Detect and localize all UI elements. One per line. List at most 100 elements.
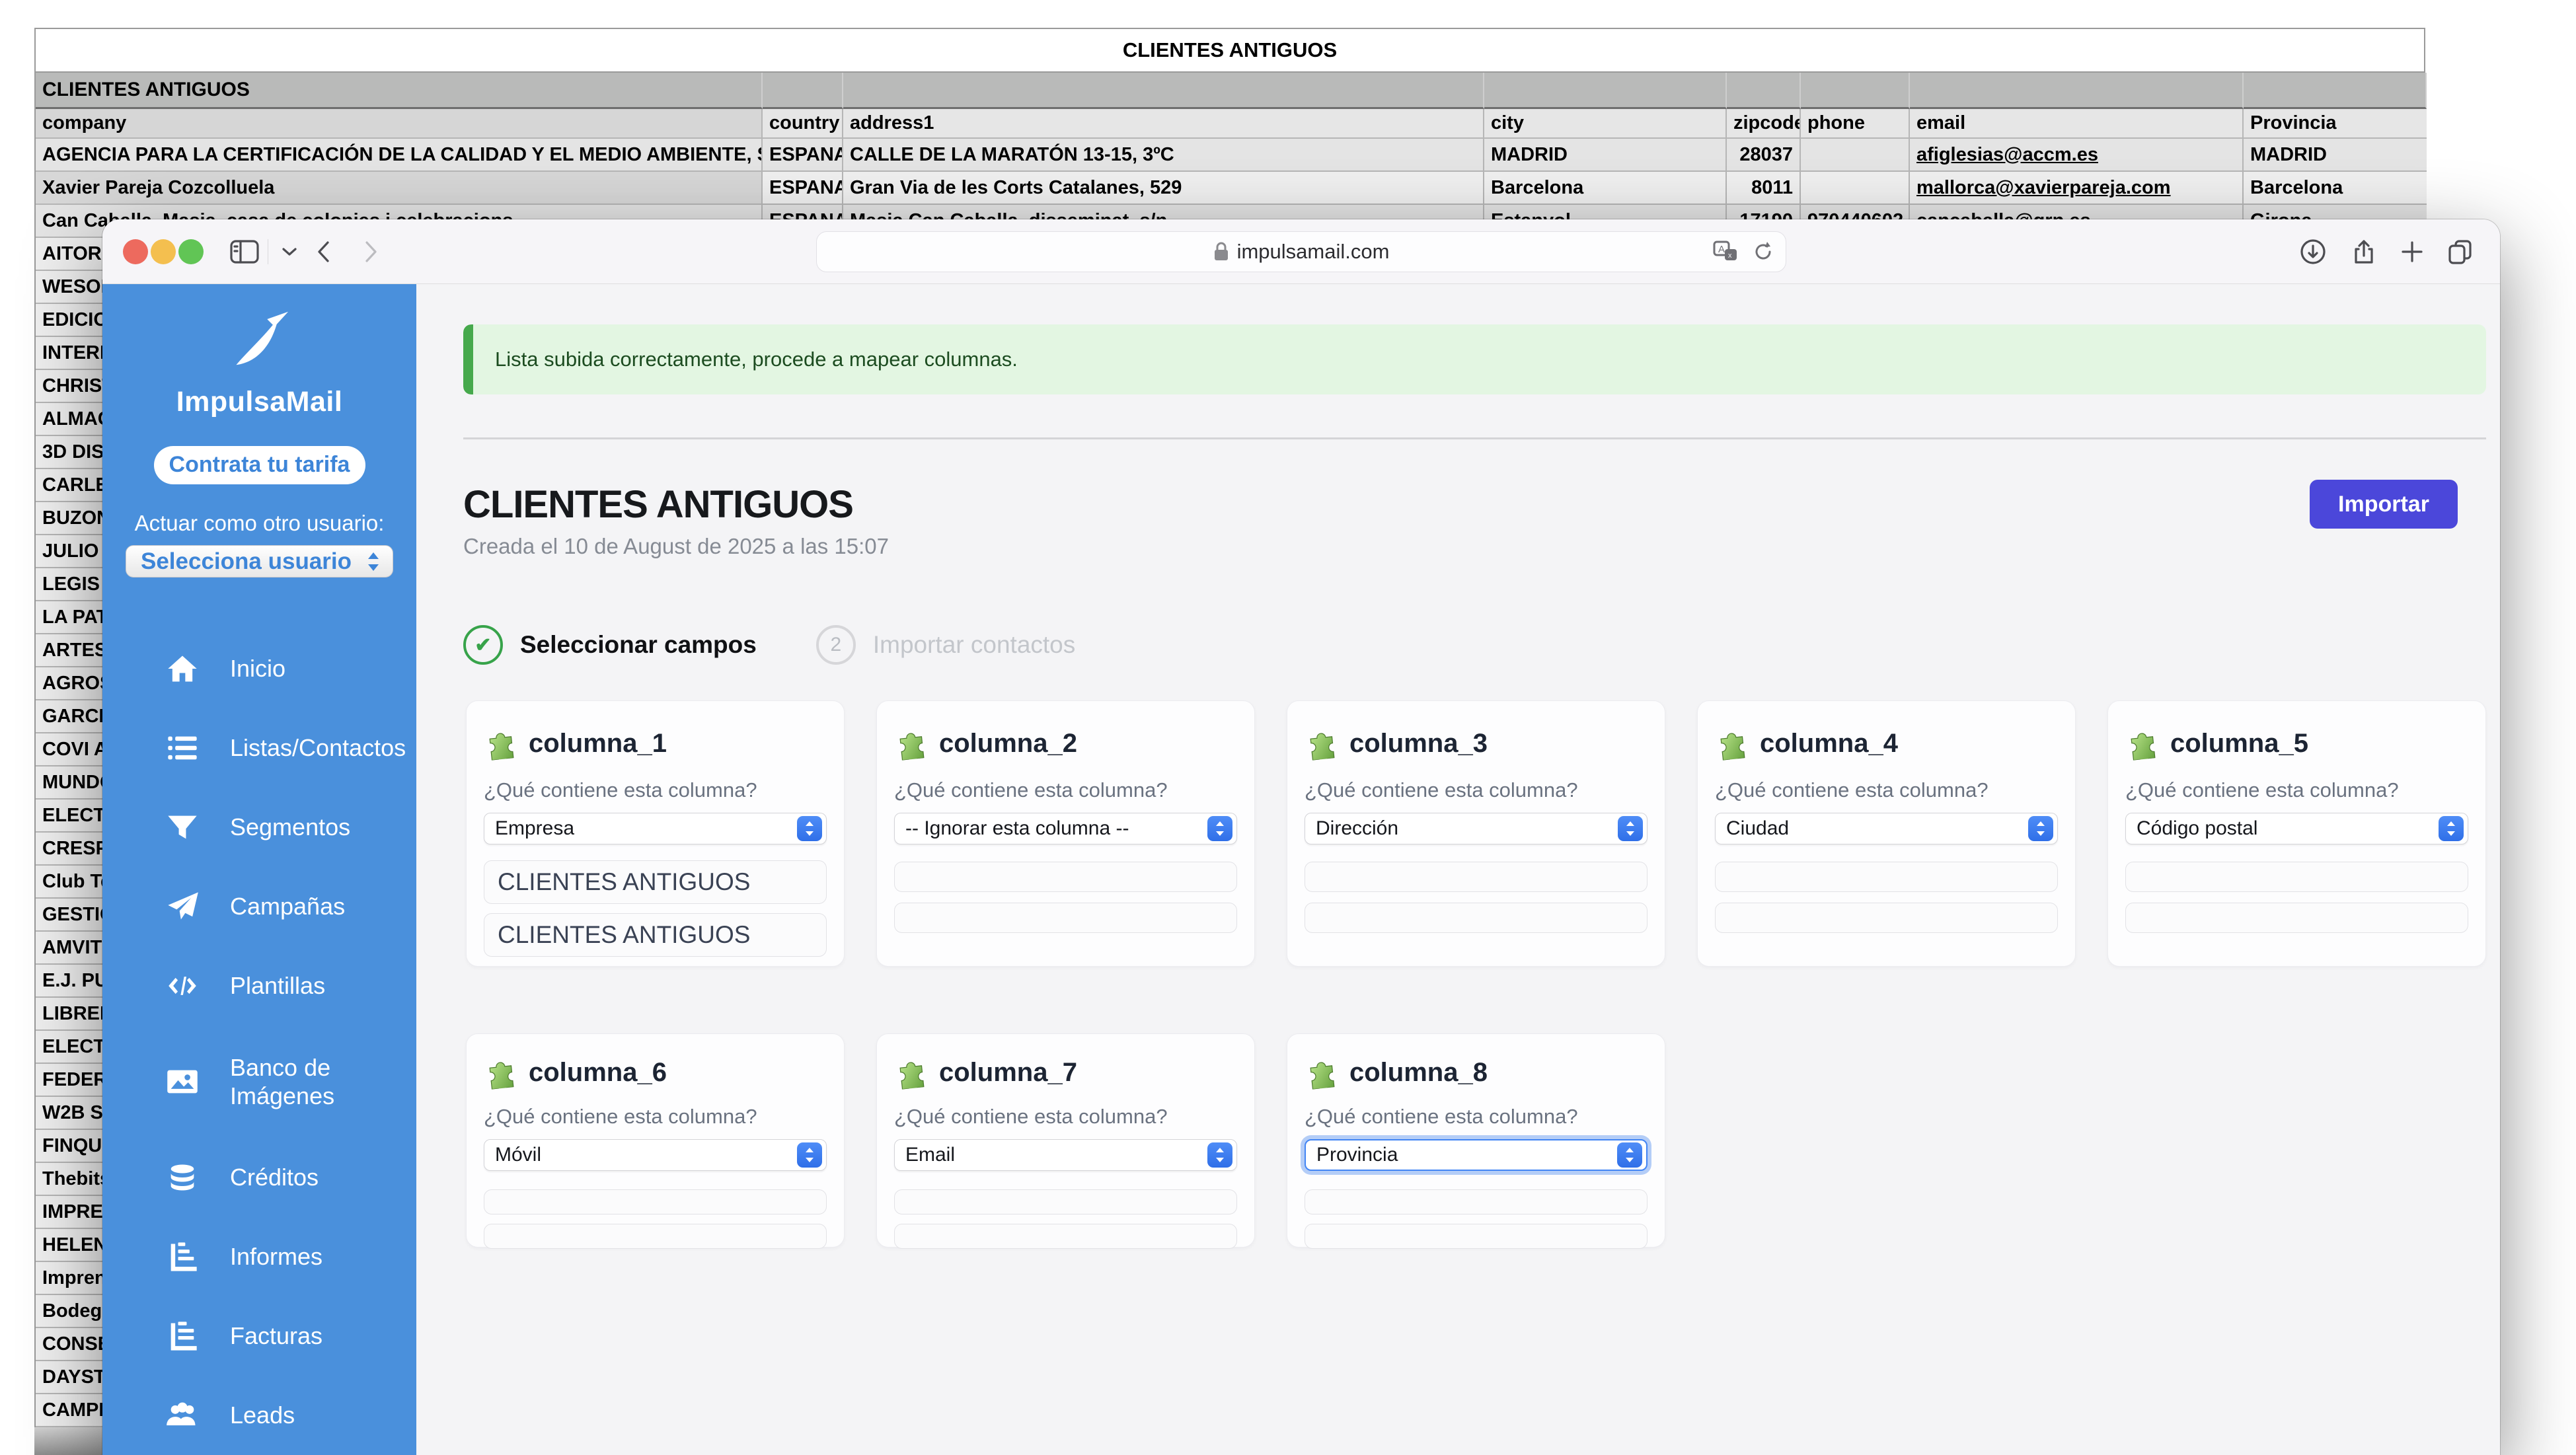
sheet-cell <box>1910 73 2244 109</box>
sidebar-item-label: Segmentos <box>230 813 350 841</box>
column-field-select[interactable]: Dirección <box>1305 813 1648 844</box>
select-value: -- Ignorar esta columna -- <box>905 817 1129 840</box>
sidebar-item-facturas[interactable]: Facturas <box>102 1296 416 1376</box>
sheet-cell: CLIENTES ANTIGUOS <box>36 73 763 109</box>
new-tab-icon[interactable] <box>2396 235 2429 268</box>
downloads-icon[interactable] <box>2296 235 2330 268</box>
column-field-select[interactable]: Email <box>894 1139 1237 1171</box>
back-button[interactable] <box>307 235 340 268</box>
column-title: columna_6 <box>529 1058 667 1088</box>
sidebar-item-label: Facturas <box>230 1322 322 1350</box>
select-stepper-icon <box>1207 1142 1232 1168</box>
mapping-cards-row-1: columna_1 ¿Qué contiene esta columna? Empr… <box>466 700 2486 967</box>
share-icon[interactable] <box>2347 235 2380 268</box>
select-value: Móvil <box>495 1144 541 1166</box>
url-text: impulsamail.com <box>1237 240 1390 264</box>
wizard-steps: ✔ Seleccionar campos 2 Importar contacto… <box>463 625 1075 665</box>
sheet-cell: mallorca@xavierpareja.com <box>1910 172 2244 205</box>
sidebar-item-plantillas[interactable]: Plantillas <box>102 946 416 1026</box>
maximize-window-button[interactable] <box>178 239 204 264</box>
column-title: columna_3 <box>1349 729 1488 759</box>
sidebar-item-informes[interactable]: Informes <box>102 1217 416 1296</box>
column-title: columna_4 <box>1760 729 1898 759</box>
sheet-cell: Provincia <box>2244 109 2427 139</box>
puzzle-icon <box>484 725 518 763</box>
sheet-cell: AGENCIA PARA LA CERTIFICACIÓN DE LA CALI… <box>36 139 763 172</box>
column-field-select[interactable]: Provincia <box>1305 1139 1648 1171</box>
sheet-cell: afiglesias@accm.es <box>1910 139 2244 172</box>
sidebar-item-label: Plantillas <box>230 971 325 1000</box>
sidebar-nav: Inicio Listas/Contactos Segmentos Campañas P… <box>102 629 416 1455</box>
user-select-value: Selecciona usuario <box>141 548 352 575</box>
alert-message: Lista subida correctamente, procede a ma… <box>495 348 1018 371</box>
sheet-cell <box>2244 73 2427 109</box>
image-icon <box>165 1064 200 1099</box>
brand-name: ImpulsaMail <box>176 386 343 418</box>
select-value: Empresa <box>495 817 574 840</box>
sidebar-item-cr-ditos[interactable]: Créditos <box>102 1138 416 1217</box>
select-stepper-icon <box>2028 816 2053 841</box>
column-field-select[interactable]: Empresa <box>484 813 827 844</box>
sheet-cell: address1 <box>843 109 1484 139</box>
column-field-select[interactable]: Código postal <box>2125 813 2468 844</box>
sidebar-toggle-icon[interactable] <box>228 235 261 268</box>
sidebar-item-leads[interactable]: Leads <box>102 1376 416 1455</box>
translate-icon[interactable]: Ax <box>1713 240 1739 264</box>
column-question: ¿Qué contiene esta columna? <box>894 1105 1237 1129</box>
spreadsheet-bottom-scrollbar[interactable] <box>34 1427 104 1455</box>
user-select[interactable]: Selecciona usuario <box>126 545 393 578</box>
sidebar-item-listas-contactos[interactable]: Listas/Contactos <box>102 708 416 788</box>
sheet-cell <box>1801 73 1910 109</box>
sidebar-item-campa-as[interactable]: Campañas <box>102 867 416 946</box>
sheet-cell: zipcode <box>1727 109 1801 139</box>
sheet-cell: email <box>1910 109 2244 139</box>
check-icon: ✔ <box>463 625 503 665</box>
svg-text:A: A <box>1718 244 1725 255</box>
sample-value-2 <box>894 903 1237 933</box>
address-bar[interactable]: impulsamail.com Ax <box>816 231 1786 272</box>
tab-overview-icon[interactable] <box>2444 235 2477 268</box>
puzzle-icon <box>1305 1054 1339 1092</box>
contract-plan-button[interactable]: Contrata tu tarifa <box>154 446 365 485</box>
forward-button[interactable] <box>354 235 387 268</box>
select-stepper-icon <box>797 816 822 841</box>
select-value: Provincia <box>1316 1144 1398 1166</box>
sample-value-1 <box>1305 862 1648 892</box>
chevron-down-icon[interactable] <box>273 235 306 268</box>
sheet-cell: 28037 <box>1727 139 1801 172</box>
column-field-select[interactable]: -- Ignorar esta columna -- <box>894 813 1237 844</box>
mapping-card-columna_2: columna_2¿Qué contiene esta columna?-- I… <box>876 700 1255 967</box>
select-value: Código postal <box>2137 817 2257 840</box>
close-window-button[interactable] <box>123 239 148 264</box>
sidebar-item-banco-de-im-genes[interactable]: Banco de Imágenes <box>102 1026 416 1138</box>
sidebar-item-segmentos[interactable]: Segmentos <box>102 788 416 867</box>
column-question: ¿Qué contiene esta columna? <box>2125 778 2468 802</box>
step-select-fields: ✔ Seleccionar campos <box>463 625 757 665</box>
divider <box>463 437 2486 439</box>
app-sidebar: ImpulsaMail Contrata tu tarifa Actuar co… <box>102 284 416 1455</box>
paper-plane-icon <box>165 889 200 924</box>
column-field-select[interactable]: Móvil <box>484 1139 827 1171</box>
column-title: columna_1 <box>529 729 667 759</box>
sheet-cell: ESPANA <box>763 139 843 172</box>
mapping-card-columna_6: columna_6¿Qué contiene esta columna?Móvi… <box>466 1033 845 1248</box>
sample-value-2 <box>1305 1224 1648 1249</box>
sheet-cell <box>763 73 843 109</box>
import-button[interactable]: Importar <box>2310 480 2458 529</box>
reload-icon[interactable] <box>1751 240 1775 264</box>
select-stepper-icon <box>1207 816 1232 841</box>
sample-value-1 <box>894 1189 1237 1214</box>
select-stepper-icon <box>1617 1142 1642 1168</box>
sidebar-item-inicio[interactable]: Inicio <box>102 629 416 708</box>
select-value: Ciudad <box>1726 817 1789 840</box>
sheet-cell: phone <box>1801 109 1910 139</box>
impulsamail-logo-icon <box>210 309 309 371</box>
screen: CLIENTES ANTIGUOSCLIENTES ANTIGUOScompan… <box>0 0 2576 1455</box>
sample-value-2 <box>484 1224 827 1249</box>
sidebar-item-label: Inicio <box>230 654 285 683</box>
column-field-select[interactable]: Ciudad <box>1715 813 2058 844</box>
sheet-cell: ESPANA <box>763 172 843 205</box>
minimize-window-button[interactable] <box>151 239 176 264</box>
lock-icon <box>1213 242 1229 262</box>
sample-value-2 <box>1715 903 2058 933</box>
